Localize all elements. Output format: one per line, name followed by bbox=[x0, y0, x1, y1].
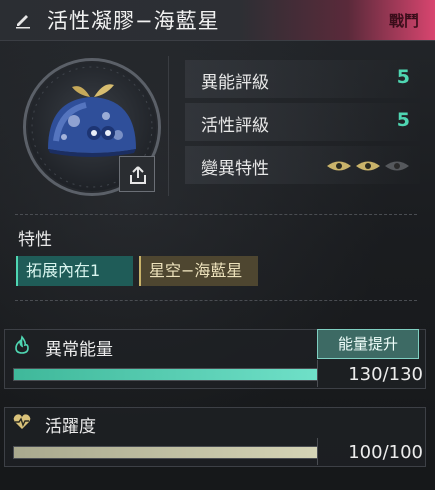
stat-mutation-traits: 變異特性 bbox=[185, 146, 420, 184]
vitality-label: 活躍度 bbox=[45, 417, 96, 437]
pencil-icon[interactable] bbox=[14, 11, 32, 29]
heart-pulse-icon bbox=[13, 414, 31, 429]
stat-value: 5 bbox=[396, 109, 410, 131]
stat-label: 異能評級 bbox=[201, 73, 269, 93]
traits-title: 特性 bbox=[18, 230, 52, 250]
eye-icon-active bbox=[327, 161, 351, 171]
mutation-eyes bbox=[326, 158, 410, 172]
share-icon bbox=[130, 166, 146, 184]
title-bar: 活性凝膠−海藍星 戰鬥 bbox=[0, 0, 435, 41]
stat-label: 活性評級 bbox=[201, 116, 269, 136]
divider bbox=[15, 214, 417, 215]
item-title: 活性凝膠−海藍星 bbox=[47, 9, 220, 33]
energy-bar bbox=[13, 368, 318, 381]
flame-icon bbox=[15, 335, 29, 354]
trait-chip[interactable]: 拓展內在1 bbox=[16, 256, 133, 286]
type-tag: 戰鬥 bbox=[388, 12, 419, 30]
energy-bar-fill bbox=[14, 369, 317, 380]
eye-icon-inactive bbox=[385, 161, 409, 171]
trait-chip[interactable]: 星空−海藍星 bbox=[139, 256, 258, 286]
eye-icon-active bbox=[356, 161, 380, 171]
energy-boost-button[interactable]: 能量提升 bbox=[317, 329, 419, 359]
divider-vertical bbox=[168, 56, 169, 196]
divider bbox=[15, 300, 417, 301]
vitality-value: 100/100 bbox=[348, 442, 423, 463]
stat-label: 變異特性 bbox=[201, 159, 269, 179]
stat-activity-rating: 活性評級 5 bbox=[185, 103, 420, 141]
stat-value: 5 bbox=[396, 66, 410, 88]
vitality-bar-fill bbox=[14, 447, 317, 458]
energy-label: 異常能量 bbox=[45, 340, 113, 360]
energy-value: 130/130 bbox=[348, 364, 423, 385]
share-button[interactable] bbox=[119, 156, 155, 192]
vitality-bar bbox=[13, 446, 318, 459]
stat-ability-rating: 異能評級 5 bbox=[185, 60, 420, 98]
